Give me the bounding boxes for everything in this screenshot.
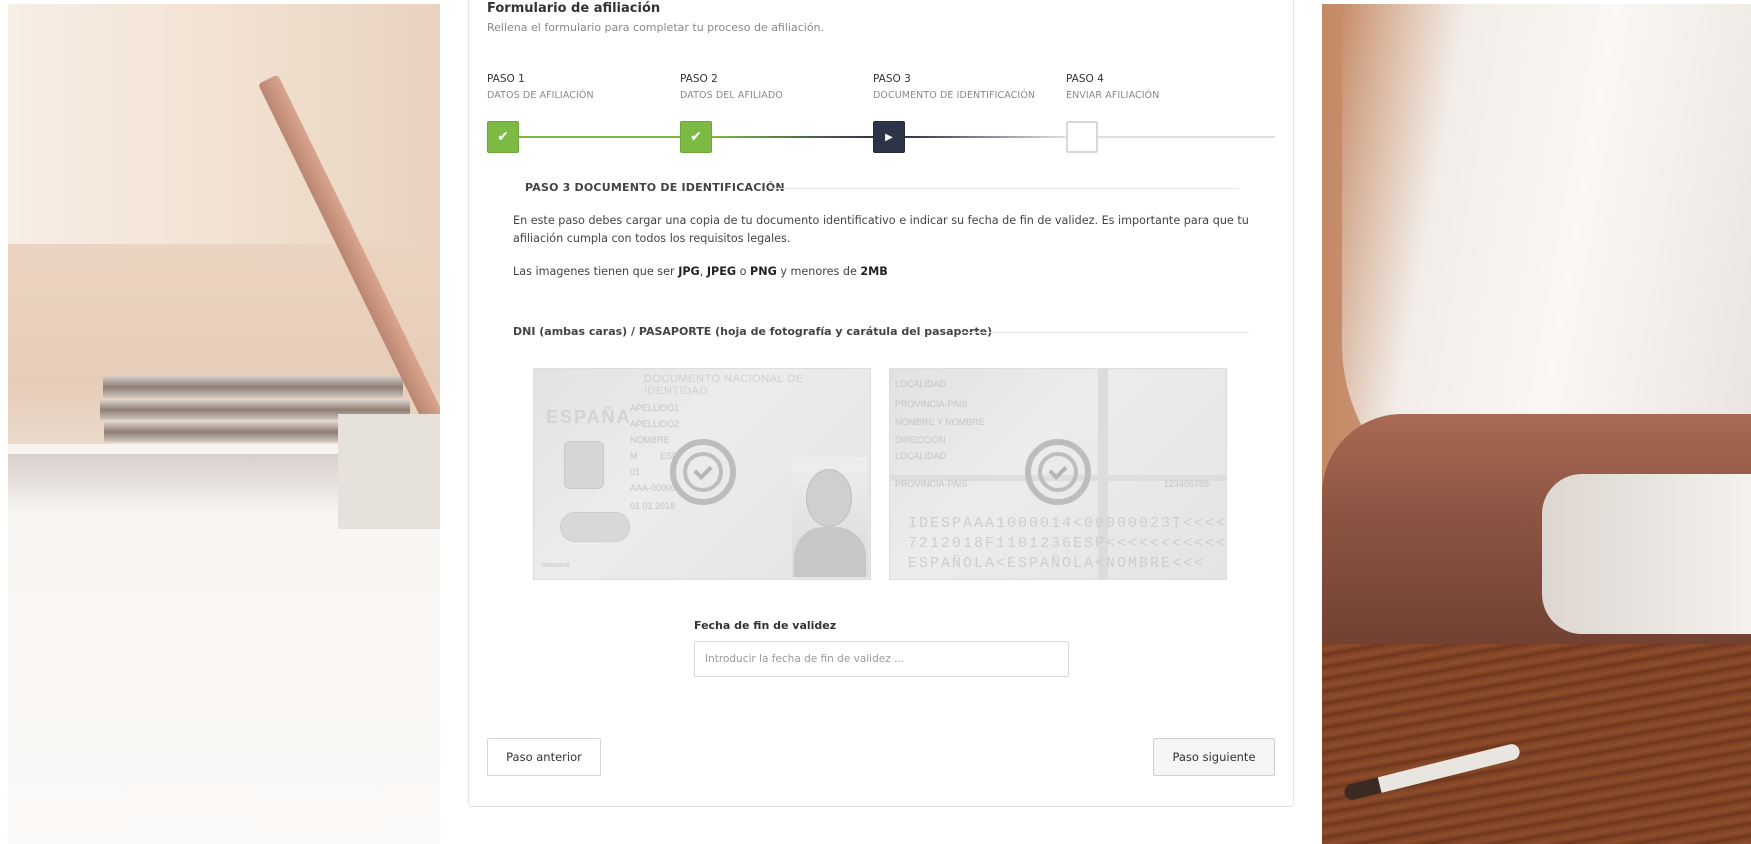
expiry-date-input[interactable] bbox=[694, 641, 1069, 677]
laptop-base bbox=[338, 414, 440, 529]
document-divider bbox=[961, 332, 1249, 333]
document-label: DNI (ambas caras) / PASAPORTE (hoja de f… bbox=[513, 325, 993, 338]
id-field: AAA-00000 bbox=[630, 483, 677, 493]
id-field: NOMBRE bbox=[630, 435, 670, 445]
format-text: Las imagenes tienen que ser bbox=[513, 265, 679, 278]
max-size: 2MB bbox=[860, 265, 888, 278]
id-field: M bbox=[630, 451, 638, 461]
step-2-status-box[interactable]: ✔ bbox=[680, 121, 712, 153]
format-jpg: JPG bbox=[678, 265, 700, 278]
id-back-field: DIRECCIÓN bbox=[895, 435, 946, 445]
step-name: DATOS DEL AFILIADO bbox=[680, 90, 783, 101]
seal-icon bbox=[560, 512, 630, 542]
wooden-desk bbox=[1322, 644, 1751, 844]
shirt-cuff bbox=[1542, 474, 1751, 634]
id-back-field: LOCALIDAD bbox=[895, 379, 947, 389]
id-back-upload[interactable]: LOCALIDAD PROVINCIA-PAÍS NOMBRE Y NOMBRE… bbox=[889, 368, 1227, 580]
check-icon: ✔ bbox=[690, 129, 702, 145]
upload-front-button[interactable] bbox=[670, 439, 736, 505]
portrait-body bbox=[794, 527, 866, 577]
id-back-field: LOCALIDAD bbox=[895, 451, 947, 461]
format-sep: o bbox=[736, 265, 751, 278]
background-photo-left bbox=[8, 4, 440, 844]
id-back-field: PROVINCIA-PAÍS bbox=[895, 399, 968, 409]
step-number: PASO 4 bbox=[1066, 73, 1104, 85]
step-connector-done bbox=[712, 136, 873, 138]
id-front-upload[interactable]: DOCUMENTO NACIONAL DE IDENTIDAD ESPAÑA A… bbox=[533, 368, 871, 580]
section-title: PASO 3 DOCUMENTO DE IDENTIFICACIÓN bbox=[525, 181, 785, 194]
format-png: PNG bbox=[750, 265, 777, 278]
window-light bbox=[8, 4, 440, 244]
form-subtitle: Rellena el formulario para completar tu … bbox=[487, 21, 825, 34]
step-number: PASO 3 bbox=[873, 73, 911, 85]
id-field: 01 01 2018 bbox=[630, 501, 676, 511]
step-3: PASO 3 DOCUMENTO DE IDENTIFICACIÓN bbox=[873, 73, 1063, 101]
id-country: ESPAÑA bbox=[546, 407, 632, 427]
id-field: APELLIDO1 bbox=[630, 403, 680, 413]
step-4: PASO 4 ENVIAR AFILIACIÓN bbox=[1066, 73, 1256, 101]
mrz-line: IDESPAAA1000014<00000023T<<<<< bbox=[908, 515, 1227, 532]
check-circle-icon bbox=[683, 452, 723, 492]
step-3-status-box[interactable]: ▶ bbox=[873, 121, 905, 153]
background-photo-right bbox=[1322, 4, 1751, 844]
play-icon: ▶ bbox=[885, 131, 893, 143]
mrz-line: 7212018F1101236ESP<<<<<<<<<<<8 bbox=[908, 535, 1227, 552]
step-1-status-box[interactable]: ✔ bbox=[487, 121, 519, 153]
id-back-field: 123456789 bbox=[1164, 479, 1210, 489]
step-2: PASO 2 DATOS DEL AFILIADO bbox=[680, 73, 870, 101]
id-header: DOCUMENTO NACIONAL DE IDENTIDAD bbox=[644, 373, 804, 397]
expiry-date-label: Fecha de fin de validez bbox=[694, 619, 837, 632]
step-number: PASO 1 bbox=[487, 73, 525, 85]
step-name: ENVIAR AFILIACIÓN bbox=[1066, 90, 1160, 101]
upload-back-button[interactable] bbox=[1025, 439, 1091, 505]
step-connector-done bbox=[519, 136, 680, 138]
section-divider bbox=[769, 188, 1239, 189]
form-title: Formulario de afiliación bbox=[487, 1, 661, 16]
section-intro: En este paso debes cargar una copia de t… bbox=[513, 214, 1249, 245]
step-name: DOCUMENTO DE IDENTIFICACIÓN bbox=[873, 90, 1036, 101]
id-field: 01 bbox=[630, 467, 641, 477]
format-requirements: Las imagenes tienen que ser JPG, JPEG o … bbox=[513, 263, 1253, 281]
affiliation-form-card: Formulario de afiliación Rellena el form… bbox=[468, 0, 1294, 807]
step-1: PASO 1 DATOS DE AFILIACIÓN bbox=[487, 73, 677, 101]
format-sep: , bbox=[699, 265, 707, 278]
next-step-button[interactable]: Paso siguiente bbox=[1153, 738, 1275, 776]
notebooks bbox=[103, 376, 403, 398]
step-connector-pending bbox=[1098, 136, 1275, 138]
portrait-head bbox=[806, 469, 852, 527]
step-connector-current bbox=[905, 136, 1066, 138]
check-icon: ✔ bbox=[497, 129, 509, 145]
check-circle-icon bbox=[1038, 452, 1078, 492]
step-name: DATOS DE AFILIACIÓN bbox=[487, 90, 594, 101]
id-back-field: NOMBRE Y NOMBRE bbox=[895, 417, 985, 427]
chip-icon bbox=[564, 441, 604, 489]
step-4-status-box[interactable] bbox=[1066, 121, 1098, 153]
format-text: y menores de bbox=[776, 265, 861, 278]
id-field: APELLIDO2 bbox=[630, 419, 680, 429]
id-number: 00000000-R bbox=[542, 563, 570, 569]
previous-step-button[interactable]: Paso anterior bbox=[487, 738, 601, 776]
format-jpeg: JPEG bbox=[706, 265, 737, 278]
step-number: PASO 2 bbox=[680, 73, 718, 85]
mrz-line: ESPAÑOLA<ESPAÑOLA<NOMBRE<<< bbox=[908, 555, 1206, 572]
id-back-field: PROVINCIA-PAÍS bbox=[895, 479, 968, 489]
